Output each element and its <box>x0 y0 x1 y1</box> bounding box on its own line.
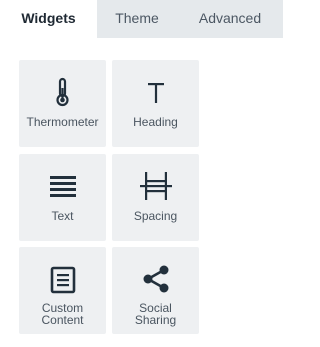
widget-thermometer[interactable]: Thermometer <box>19 60 106 147</box>
share-icon <box>143 265 168 293</box>
widget-label-social-sharing: Social Sharing <box>112 302 199 326</box>
custom-content-icon <box>50 266 75 294</box>
widget-spacing[interactable]: Spacing <box>112 154 199 241</box>
thermometer-icon <box>55 77 69 107</box>
widget-label-spacing: Spacing <box>133 209 178 223</box>
spacing-icon <box>139 172 172 200</box>
tab-widgets[interactable]: Widgets <box>0 0 97 38</box>
widget-custom-content[interactable]: Custom Content <box>19 247 106 334</box>
widget-label-thermometer: Thermometer <box>26 115 99 129</box>
text-lines-icon <box>49 176 76 197</box>
widget-label-text: Text <box>51 209 74 223</box>
widget-heading[interactable]: Heading <box>112 60 199 147</box>
widget-text[interactable]: Text <box>19 154 106 241</box>
widget-label-custom-content: Custom Content <box>19 302 106 326</box>
label-line-content: Content <box>41 313 84 327</box>
tab-advanced[interactable]: Advanced <box>177 0 283 38</box>
label-line-sharing: Sharing <box>134 313 177 327</box>
tab-bar: Widgets Theme Advanced <box>0 0 283 38</box>
heading-icon <box>147 83 164 103</box>
widget-social-sharing[interactable]: Social Sharing <box>112 247 199 334</box>
widget-label-heading: Heading <box>133 115 178 129</box>
tab-theme[interactable]: Theme <box>97 0 177 38</box>
